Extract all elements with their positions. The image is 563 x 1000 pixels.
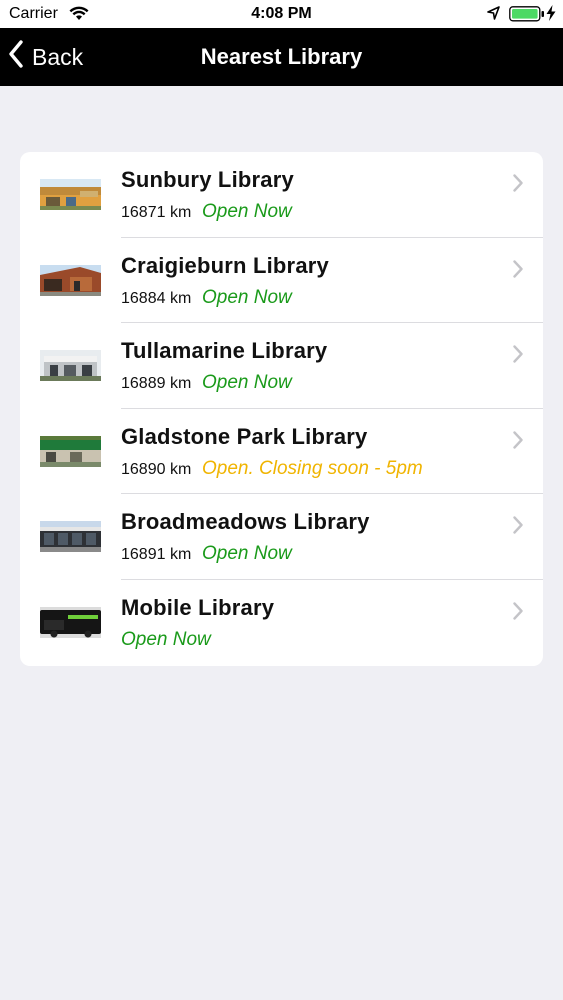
library-distance: 16884 km: [121, 289, 192, 307]
library-open-status: Open Now: [121, 628, 211, 650]
library-distance: 16871 km: [121, 204, 192, 221]
status-bar: Carrier 4:08 PM: [0, 0, 563, 28]
chevron-right-icon: [513, 602, 523, 625]
library-open-status: Open Now: [202, 543, 292, 565]
library-thumbnail-image: [40, 179, 101, 210]
battery-icon: [509, 6, 545, 27]
library-list-item[interactable]: Broadmeadows Library 16891 km Open Now: [20, 494, 543, 580]
library-thumbnail-image: [40, 264, 101, 296]
page-title: Nearest Library: [200, 44, 363, 69]
library-list-item[interactable]: Sunbury Library 16871 km Open Now: [20, 152, 543, 238]
charging-bolt-icon: [546, 5, 556, 26]
library-thumbnail-image: [40, 435, 101, 467]
chevron-right-icon: [513, 345, 523, 368]
library-open-status: Open Now: [202, 372, 292, 394]
library-distance: 16890 km: [121, 460, 192, 478]
library-name: Broadmeadows Library: [121, 509, 370, 535]
library-thumbnail-image: [40, 521, 101, 553]
library-thumbnail-image: [40, 350, 101, 382]
library-list-item[interactable]: Gladstone Park Library 16890 km Open. Clos…: [20, 409, 543, 495]
library-name: Tullamarine Library: [121, 338, 328, 364]
library-name: Mobile Library: [121, 594, 275, 620]
library-open-status: Open Now: [202, 286, 292, 308]
library-list-item[interactable]: Mobile Library Open Now: [20, 580, 543, 666]
library-list: Sunbury Library 16871 km Open Now Craigiebu…: [20, 152, 543, 666]
library-open-status: Open Now: [202, 201, 292, 222]
library-thumbnail-image: [40, 606, 101, 638]
chevron-right-icon: [513, 516, 523, 539]
library-list-item[interactable]: Tullamarine Library 16889 km Open Now: [20, 323, 543, 409]
library-name: Craigieburn Library: [121, 252, 329, 278]
navigation-bar: Back Nearest Library: [0, 28, 563, 86]
chevron-right-icon: [513, 431, 523, 454]
chevron-right-icon: [513, 174, 523, 197]
library-distance: 16889 km: [121, 375, 192, 393]
library-distance: 16891 km: [121, 546, 192, 564]
location-arrow-icon: [487, 6, 500, 25]
library-open-status: Open. Closing soon - 5pm: [202, 457, 423, 479]
library-name: Gladstone Park Library: [121, 423, 368, 449]
library-list-item[interactable]: Craigieburn Library 16884 km Open Now: [20, 238, 543, 324]
clock-time: 4:08 PM: [251, 5, 312, 22]
chevron-right-icon: [513, 259, 523, 283]
library-name: Sunbury Library: [121, 167, 294, 192]
